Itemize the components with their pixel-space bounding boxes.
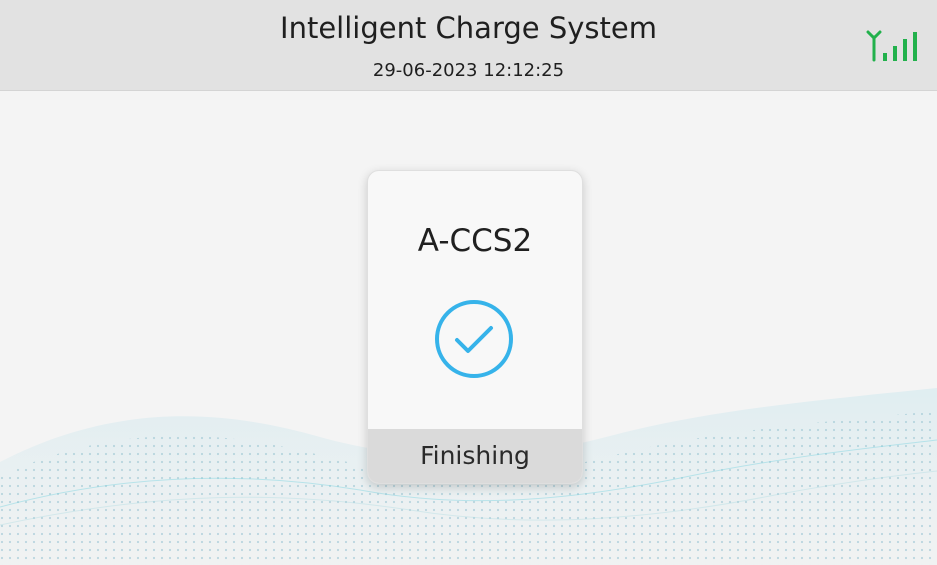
header-bar: Intelligent Charge System 29-06-2023 12:… [0, 0, 937, 91]
signal-bar-3 [903, 39, 907, 61]
date-time: 29-06-2023 12:12:25 [372, 60, 565, 81]
connector-name: A-CCS2 [417, 223, 533, 259]
antenna-icon [866, 30, 882, 62]
signal-bar-2 [893, 46, 897, 61]
check-circle-icon [435, 300, 513, 378]
signal-bar-4 [913, 32, 917, 61]
connector-card[interactable]: A-CCS2 Finishing [367, 170, 583, 484]
page-title: Intelligent Charge System [280, 11, 657, 45]
status-badge: Finishing [368, 429, 582, 483]
signal-bar-1 [883, 53, 887, 61]
charging-status-label: Finishing [420, 441, 530, 470]
antenna-signal-icon [866, 30, 917, 62]
